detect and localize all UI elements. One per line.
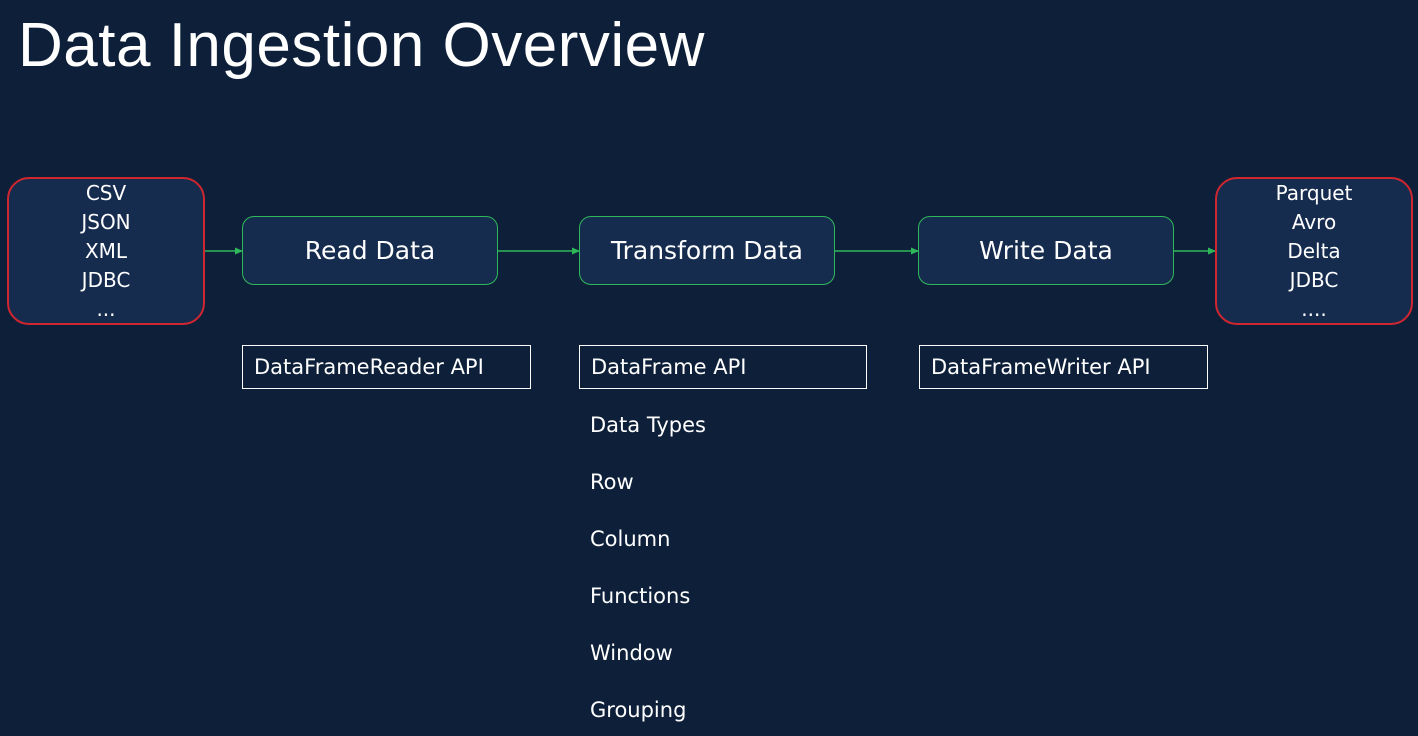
- dataframe-writer-api-box: DataFrameWriter API: [919, 345, 1208, 389]
- read-data-stage: Read Data: [242, 216, 498, 285]
- sink-format-jdbc: JDBC: [1289, 267, 1339, 292]
- source-format-csv: CSV: [85, 180, 127, 205]
- sink-formats-box: Parquet Avro Delta JDBC ....: [1215, 177, 1413, 325]
- topic-row: Row: [590, 470, 634, 494]
- sink-format-avro: Avro: [1291, 209, 1337, 234]
- topic-functions: Functions: [590, 584, 691, 608]
- sink-format-parquet: Parquet: [1275, 180, 1353, 205]
- topic-column: Column: [590, 527, 671, 551]
- source-format-jdbc: JDBC: [81, 267, 131, 292]
- dataframe-reader-api-box: DataFrameReader API: [242, 345, 531, 389]
- source-format-json: JSON: [81, 209, 131, 234]
- source-format-xml: XML: [84, 238, 128, 263]
- transform-data-stage: Transform Data: [579, 216, 835, 285]
- sink-format-more: ....: [1301, 296, 1327, 321]
- source-formats-box: CSV JSON XML JDBC ...: [7, 177, 205, 325]
- topic-data-types: Data Types: [590, 413, 706, 437]
- topic-grouping: Grouping: [590, 698, 687, 722]
- write-data-stage: Write Data: [918, 216, 1174, 285]
- topic-window: Window: [590, 641, 673, 665]
- source-format-more: ...: [96, 296, 116, 321]
- sink-format-delta: Delta: [1287, 238, 1341, 263]
- dataframe-api-box: DataFrame API: [579, 345, 867, 389]
